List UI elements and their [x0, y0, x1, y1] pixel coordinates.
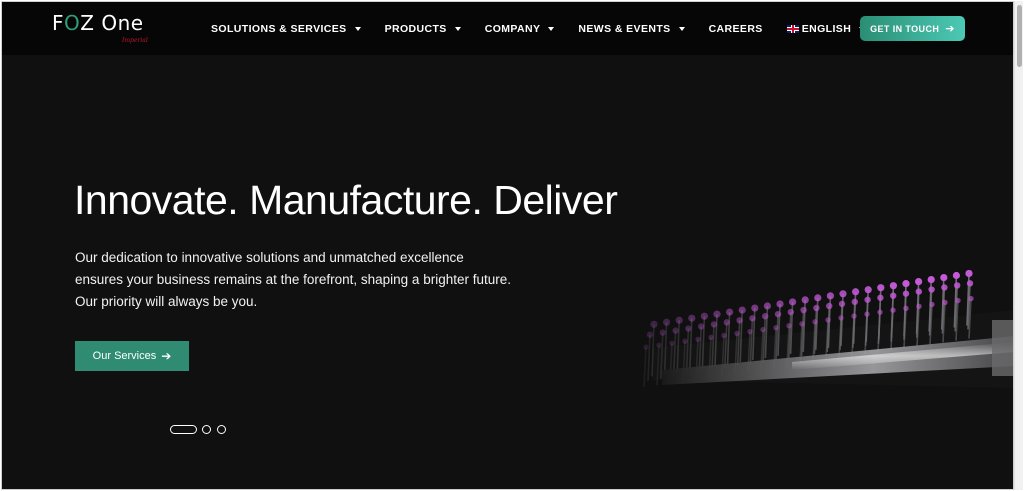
- slide-dot-1[interactable]: [170, 425, 197, 434]
- nav-company-label: COMPANY: [484, 22, 541, 35]
- chevron-down-icon: [454, 26, 461, 31]
- slider-pagination: [170, 425, 232, 434]
- site-header: FOZ One Imperial SOLUTIONS & SERVICES PR…: [2, 2, 1013, 55]
- nav-careers[interactable]: CAREERS: [709, 23, 763, 35]
- arrow-right-icon: ➔: [945, 23, 955, 35]
- hero-title: Innovate. Manufacture. Deliver: [74, 177, 618, 223]
- nav-careers-label: CAREERS: [708, 22, 763, 35]
- slide-dot-2[interactable]: [202, 425, 211, 434]
- hero-description: Our dedication to innovative solutions a…: [75, 250, 511, 309]
- nav-products-label: PRODUCTS: [384, 22, 447, 35]
- our-services-label: Our Services: [92, 350, 157, 362]
- language-selector[interactable]: ENGLISH: [786, 22, 866, 35]
- chevron-down-icon: [678, 26, 685, 31]
- scrollbar[interactable]: [1014, 1, 1023, 490]
- get-in-touch-label: GET IN TOUCH: [870, 23, 940, 34]
- scrollbar-thumb[interactable]: [1017, 5, 1022, 67]
- nav-solutions-services[interactable]: SOLUTIONS & SERVICES: [211, 23, 361, 35]
- arrow-right-icon: ➔: [161, 349, 172, 363]
- our-services-button[interactable]: Our Services ➔: [75, 341, 189, 371]
- nav-products[interactable]: PRODUCTS: [385, 23, 461, 35]
- logo-text: FOZ One: [52, 11, 144, 35]
- get-in-touch-button[interactable]: GET IN TOUCH ➔: [860, 16, 965, 41]
- nav-news-events[interactable]: NEWS & EVENTS: [578, 22, 685, 35]
- main-nav: SOLUTIONS & SERVICES PRODUCTS COMPANY NE…: [211, 2, 889, 55]
- nav-news-events-label: NEWS & EVENTS: [578, 22, 671, 35]
- chevron-down-icon: [354, 26, 361, 31]
- logo[interactable]: FOZ One Imperial: [52, 11, 162, 47]
- uk-flag-icon: [786, 24, 799, 33]
- nav-solutions-services-label: SOLUTIONS & SERVICES: [211, 22, 347, 35]
- language-label: ENGLISH: [801, 22, 852, 35]
- slide-dot-3[interactable]: [217, 425, 226, 434]
- nav-company[interactable]: COMPANY: [485, 23, 555, 35]
- browser-viewport: FOZ One Imperial SOLUTIONS & SERVICES PR…: [1, 1, 1014, 490]
- chevron-down-icon: [548, 26, 555, 31]
- machine-image: [643, 270, 1013, 388]
- logo-sub: Imperial: [122, 37, 148, 44]
